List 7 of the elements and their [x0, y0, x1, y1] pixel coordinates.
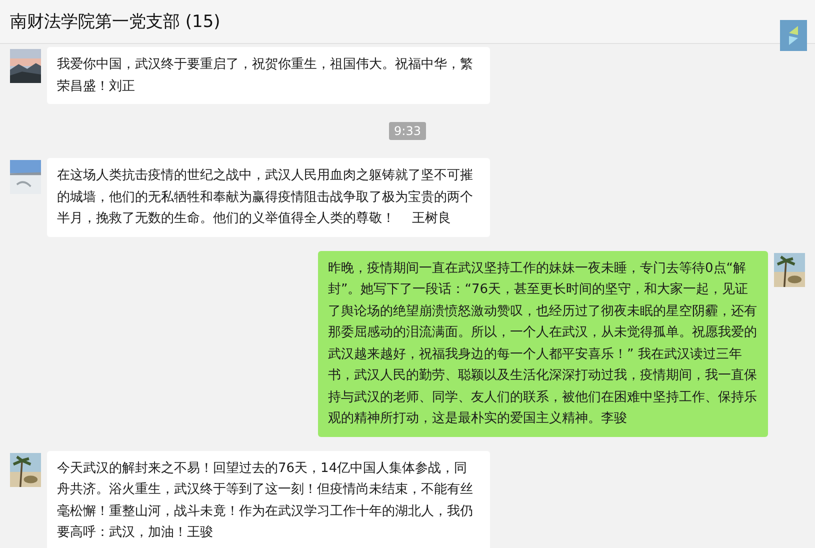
- timestamp: 9:33: [389, 122, 426, 140]
- app-icon[interactable]: [780, 20, 807, 51]
- window-title: 南财法学院第一党支部 (15): [10, 11, 220, 33]
- message-bubble: 今天武汉的解封来之不易！回望过去的76天，14亿中国人集体参战，同舟共济。浴火重生，武汉终于等到了这一刻！但疫情尚未结束，不能有丝毫松懈！重整山河，战斗未竟！作为在武汉学习工作十年的湖北人，我仍要高呼：武汉，加油！王骏: [47, 450, 490, 548]
- message-bubble: 昨晚，疫情期间一直在武汉坚持工作的妹妹一夜未睡，专门去等待0点“解封”。她写下了一段话：“76天，甚至更长时间的坚守，和大家一起，见证了舆论场的绝望崩溃愤怒激动赞叹，也经历过了彻夜未眠的星空阴霾，还有那委屈感动的泪流满面。所以，一个人在武汉，从未觉得孤单。祝愿我爱的武汉越来越好，祝福我身边的每一个人都平安喜乐！” 我在武汉读过三年书，武汉人民的勤劳、聪颖以及生活化深深打动过我，疫情期间，我一直保持与武汉的老师、同学、友人们的联系，被他们在困难中坚持工作、保持乐观的精神所打动，这是最朴实的爱国主义精神。李骏: [318, 250, 768, 436]
- message-bubble: 我爱你中国，武汉终于要重启了，祝贺你重生，祖国伟大。祝福中华，繁荣昌盛！刘正: [47, 47, 490, 104]
- message-bubble: 在这场人类抗击疫情的世纪之战中，武汉人民用血肉之躯铸就了坚不可摧的城墙，他们的无私牺牲和奉献为赢得疫情阻击战争取了极为宝贵的两个半月，挽救了无数的生命。他们的义举值得全人类的尊敬！ 王树良: [47, 158, 490, 236]
